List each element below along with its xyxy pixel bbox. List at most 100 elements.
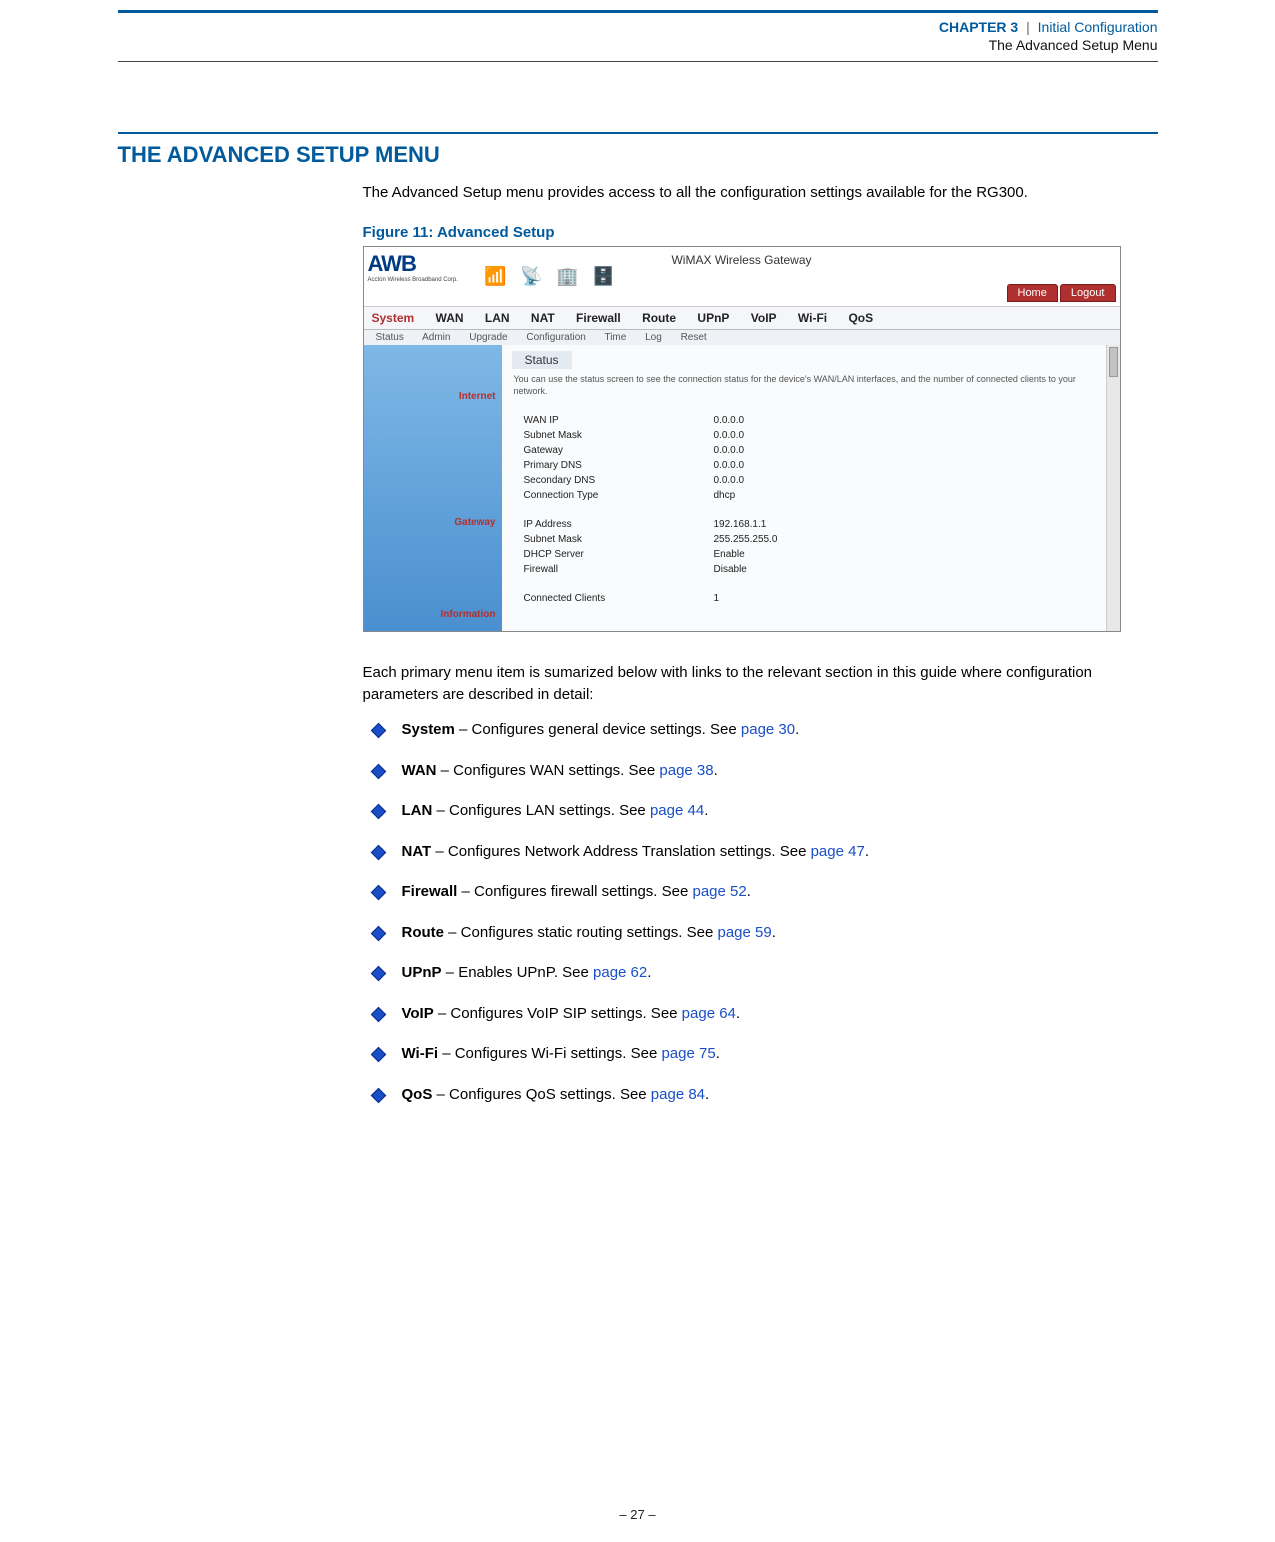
page-link[interactable]: page 30 [741,721,795,738]
secondary-nav: Status Admin Upgrade Configuration Time … [364,330,1120,345]
bullet-text: Firewall – Configures firewall settings.… [402,881,1123,904]
diamond-bullet-icon [370,763,386,779]
subnav-upgrade[interactable]: Upgrade [469,332,507,343]
page-link[interactable]: page 52 [692,883,746,900]
building-icon: 🗄️ [592,265,616,289]
diamond-bullet-icon [370,1047,386,1063]
bullet-item: Route – Configures static routing settin… [363,922,1123,945]
nav-firewall[interactable]: Firewall [576,311,621,325]
bullet-desc: – Configures QoS settings. See [432,1086,650,1103]
left-information-label: Information [441,609,496,620]
row-key: IP Address [524,519,714,530]
primary-nav: System WAN LAN NAT Firewall Route UPnP V… [364,307,1120,330]
row-value: 0.0.0.0 [714,445,745,456]
scrollbar[interactable] [1106,345,1120,631]
row-key: Connection Type [524,490,714,501]
wifi-icon: 📶 [484,265,508,289]
bullet-item: Firewall – Configures firewall settings.… [363,881,1123,904]
nav-wifi[interactable]: Wi-Fi [798,311,827,325]
bullet-text: NAT – Configures Network Address Transla… [402,841,1123,864]
bullet-desc: – Configures general device settings. Se… [455,721,741,738]
bullet-bold: Firewall [402,883,458,900]
bullet-item: LAN – Configures LAN settings. See page … [363,800,1123,823]
subnav-time[interactable]: Time [604,332,626,343]
page-link[interactable]: page 44 [650,802,704,819]
page-link[interactable]: page 47 [811,843,865,860]
bullet-desc: – Configures Network Address Translation… [431,843,810,860]
nav-qos[interactable]: QoS [848,311,873,325]
row-value: Disable [714,564,747,575]
nav-nat[interactable]: NAT [531,311,555,325]
bullet-item: WAN – Configures WAN settings. See page … [363,760,1123,783]
row-key: Subnet Mask [524,430,714,441]
subnav-admin[interactable]: Admin [422,332,450,343]
row-value: 0.0.0.0 [714,475,745,486]
nav-lan[interactable]: LAN [485,311,510,325]
bullet-tail: . [772,924,776,941]
intro-paragraph: The Advanced Setup menu provides access … [363,182,1123,204]
bullet-bold: UPnP [402,964,442,981]
page-link[interactable]: page 59 [717,924,771,941]
bullet-text: QoS – Configures QoS settings. See page … [402,1084,1123,1107]
bullet-desc: – Configures LAN settings. See [432,802,650,819]
chapter-separator: | [1026,19,1030,35]
logo: AWB Accton Wireless Broadband Corp. [368,251,468,297]
section-heading: THE ADVANCED SETUP MENU [118,142,1158,168]
diamond-bullet-icon [370,1087,386,1103]
diamond-bullet-icon [370,925,386,941]
page-link[interactable]: page 38 [659,762,713,779]
bullet-bold: LAN [402,802,433,819]
bullet-item: QoS – Configures QoS settings. See page … [363,1084,1123,1107]
row-key: DHCP Server [524,549,714,560]
nav-system[interactable]: System [372,311,415,325]
logo-text: AWB [368,251,468,277]
page-link[interactable]: page 75 [661,1045,715,1062]
scroll-thumb[interactable] [1109,347,1118,377]
nav-upnp[interactable]: UPnP [697,311,729,325]
diamond-bullet-icon [370,1006,386,1022]
row-key: Subnet Mask [524,534,714,545]
logout-button[interactable]: Logout [1060,284,1116,302]
figure-screenshot: AWB Accton Wireless Broadband Corp. 📶 📡 … [363,246,1121,632]
logo-subtext: Accton Wireless Broadband Corp. [368,277,468,283]
bullet-desc: – Configures VoIP SIP settings. See [434,1005,682,1022]
row-value: 192.168.1.1 [714,519,767,530]
bullet-text: WAN – Configures WAN settings. See page … [402,760,1123,783]
row-value: 1 [714,593,720,604]
bullet-bold: NAT [402,843,432,860]
product-title: WiMAX Wireless Gateway [671,253,811,267]
nav-wan[interactable]: WAN [436,311,464,325]
row-value: 0.0.0.0 [714,460,745,471]
bullet-desc: – Configures static routing settings. Se… [444,924,717,941]
bullet-desc: – Enables UPnP. See [442,964,594,981]
bullet-text: Route – Configures static routing settin… [402,922,1123,945]
bullet-tail: . [647,964,651,981]
left-gateway-label: Gateway [454,517,495,528]
bullet-tail: . [705,1086,709,1103]
subnav-configuration[interactable]: Configuration [526,332,585,343]
side-labels: Internet Gateway Information [364,345,502,631]
bullet-item: System – Configures general device setti… [363,719,1123,742]
row-key: Secondary DNS [524,475,714,486]
bullet-bold: Wi-Fi [402,1045,439,1062]
row-value: 255.255.255.0 [714,534,778,545]
page-link[interactable]: page 84 [651,1086,705,1103]
bullet-item: UPnP – Enables UPnP. See page 62. [363,962,1123,985]
bullet-tail: . [716,1045,720,1062]
row-key: Connected Clients [524,593,714,604]
icon-strip: 📶 📡 🏢 🗄️ [484,265,616,289]
home-button[interactable]: Home [1007,284,1058,302]
row-key: WAN IP [524,415,714,426]
nav-route[interactable]: Route [642,311,676,325]
page-link[interactable]: page 62 [593,964,647,981]
summary-paragraph: Each primary menu item is sumarized belo… [363,662,1123,706]
status-header: Status [512,351,572,369]
page-link[interactable]: page 64 [682,1005,736,1022]
nav-voip[interactable]: VoIP [751,311,777,325]
subnav-status[interactable]: Status [376,332,404,343]
subnav-reset[interactable]: Reset [681,332,707,343]
bullet-item: Wi-Fi – Configures Wi-Fi settings. See p… [363,1043,1123,1066]
header-subtitle: The Advanced Setup Menu [118,37,1158,53]
bullet-desc: – Configures firewall settings. See [457,883,692,900]
subnav-log[interactable]: Log [645,332,662,343]
